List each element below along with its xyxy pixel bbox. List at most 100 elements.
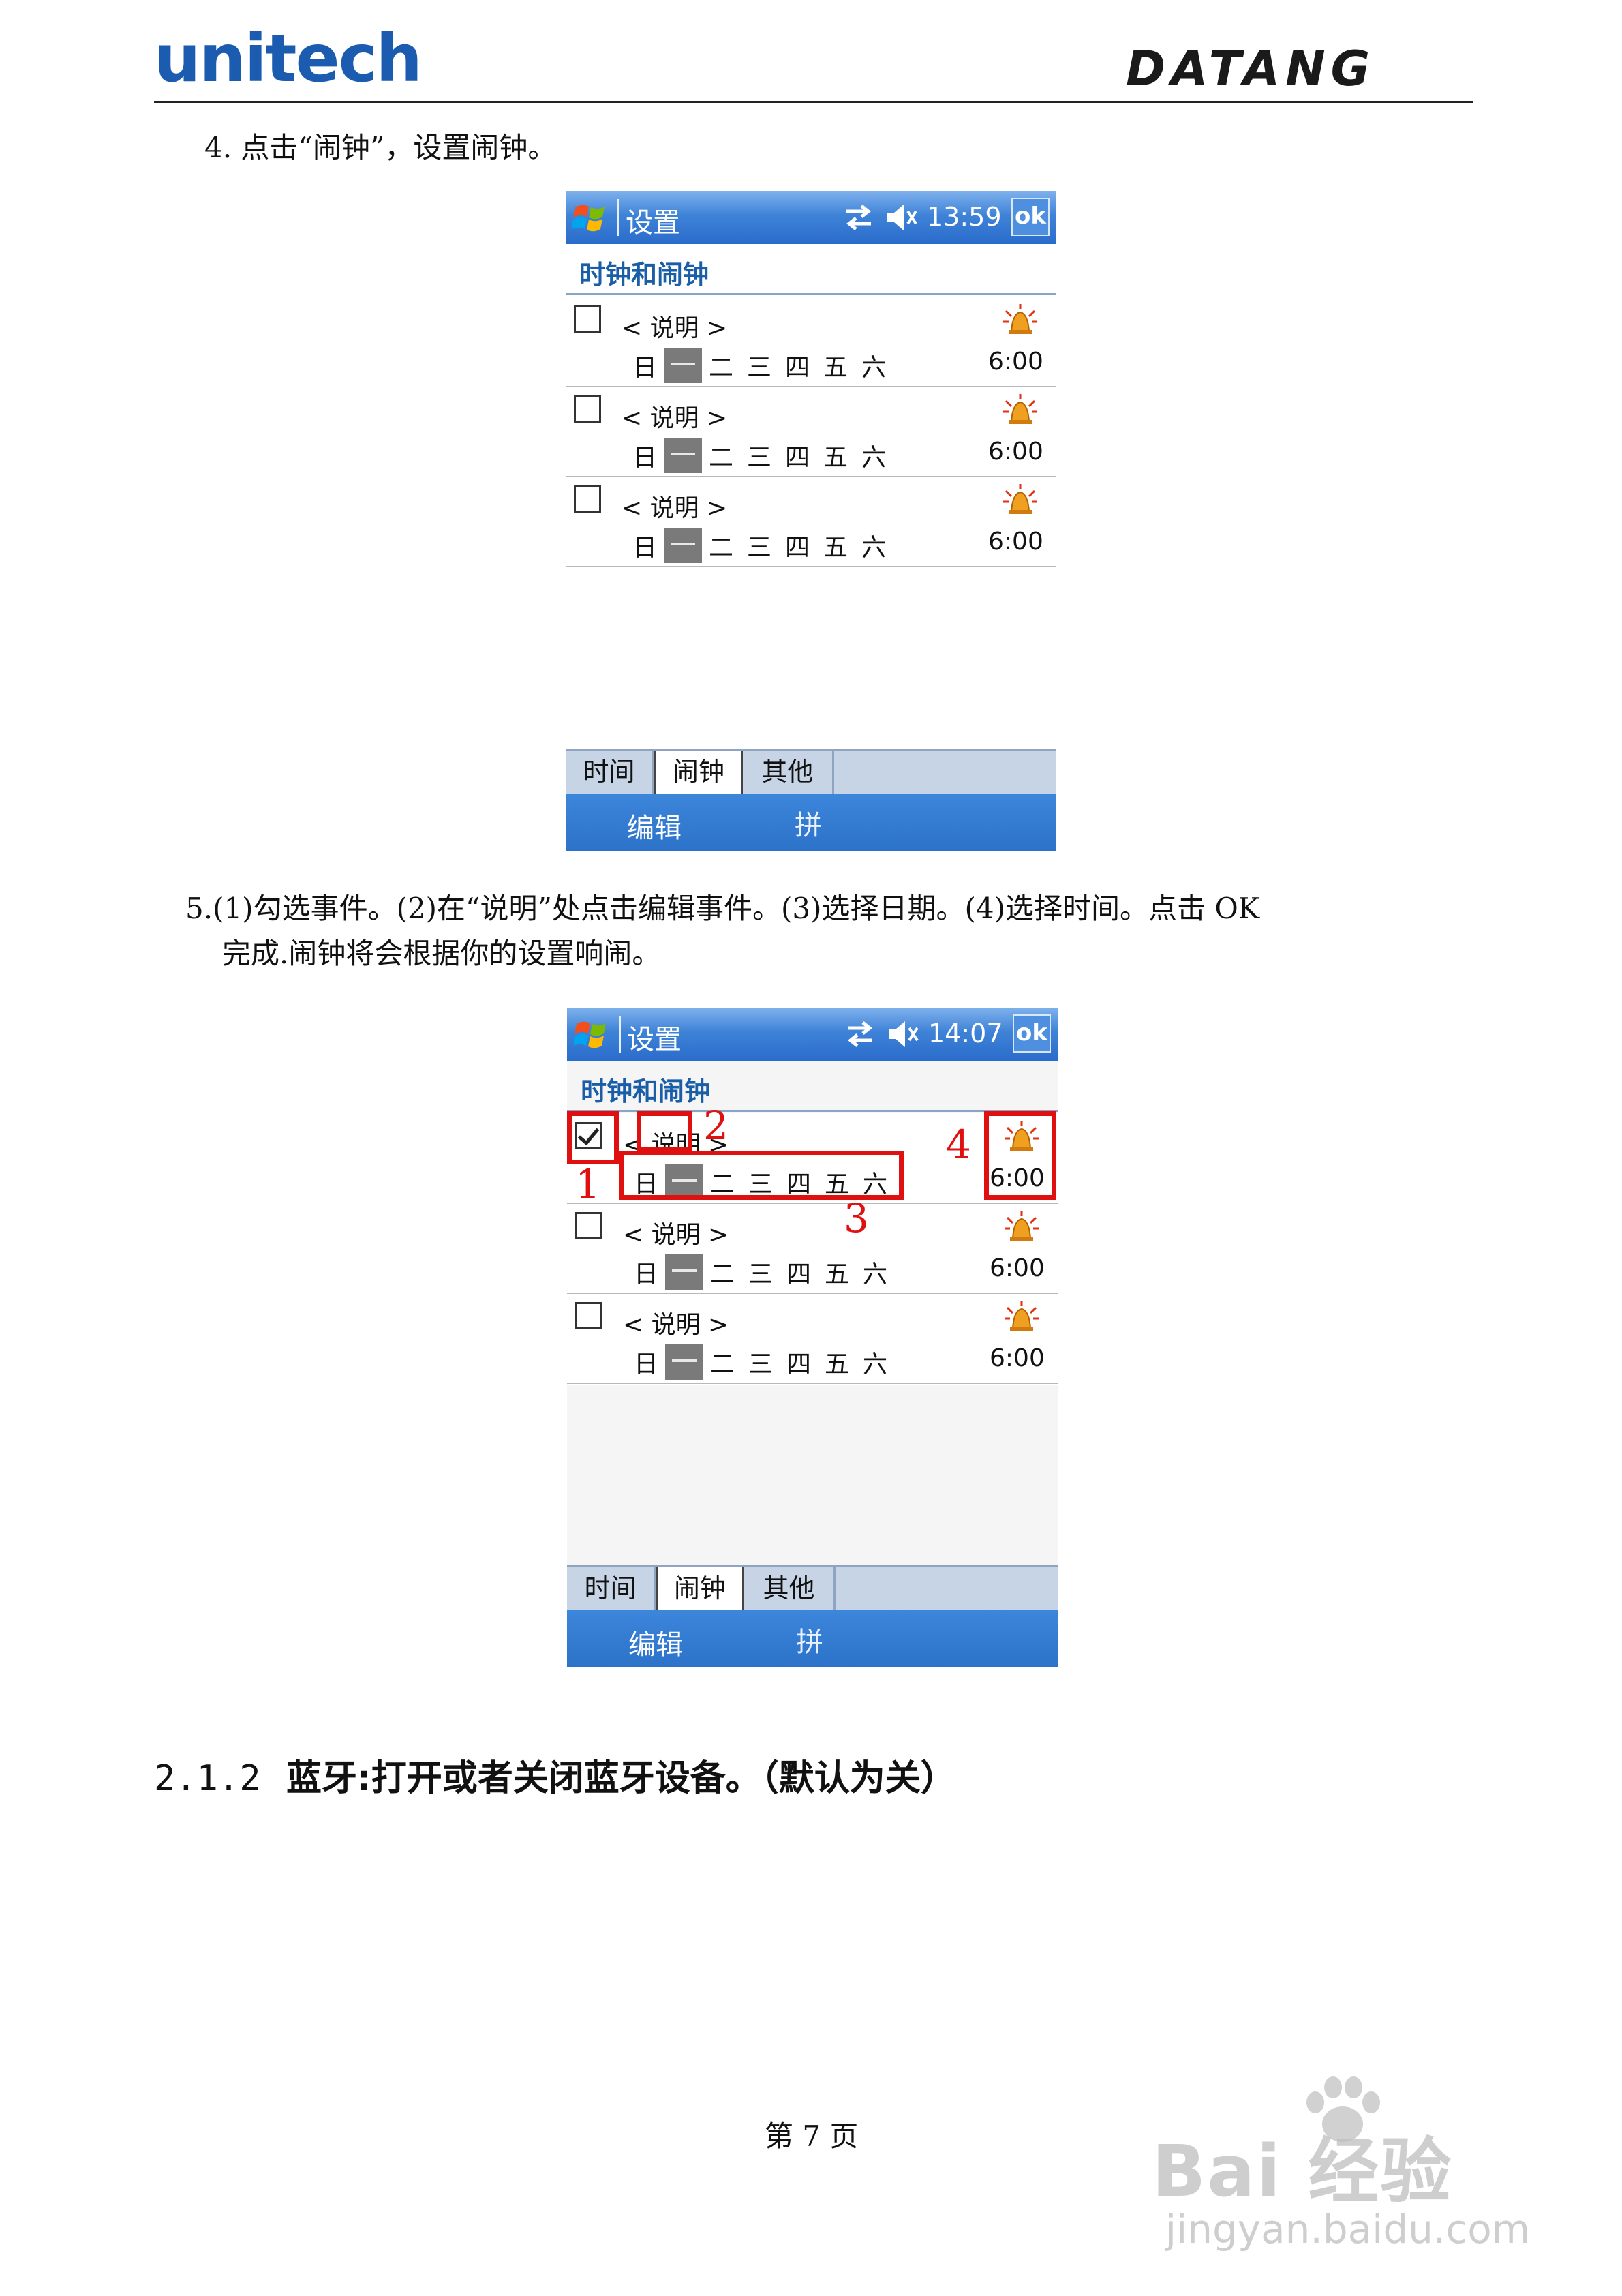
day-toggle[interactable]: 五 — [816, 348, 855, 383]
day-toggle[interactable]: 六 — [856, 1344, 894, 1380]
alarm-time[interactable]: 6:00 — [988, 438, 1043, 466]
device-screenshot-1: 设置 13:59 ok 时钟和闹钟 < 说明 > 日一二三四五六 6:00 < … — [566, 191, 1056, 851]
ok-button[interactable]: ok — [1013, 1014, 1051, 1053]
alarm-row: < 说明 > 日一二三四五六 6:00 — [566, 386, 1056, 477]
day-toggle[interactable]: 五 — [818, 1344, 856, 1380]
tab-time[interactable]: 时间 — [567, 1567, 656, 1612]
alarm-bell-icon[interactable] — [1003, 1211, 1040, 1245]
alarm-time[interactable]: 6:00 — [990, 1344, 1045, 1372]
step-5-text-cont: 完成.闹钟将会根据你的设置响闹。 — [222, 937, 661, 970]
alarm-bell-icon[interactable] — [1002, 304, 1039, 338]
clock[interactable]: 13:59 — [927, 202, 1002, 232]
day-toggle[interactable]: 四 — [778, 528, 816, 563]
day-toggle[interactable]: 日 — [627, 1254, 665, 1290]
alarm-days: 日一二三四五六 — [627, 1344, 894, 1380]
alarm-checkbox[interactable] — [574, 305, 601, 333]
alarm-description[interactable]: < 说明 > — [622, 308, 727, 344]
day-toggle[interactable]: 日 — [626, 348, 664, 383]
day-toggle-selected[interactable]: 一 — [664, 528, 702, 563]
title-separator — [617, 199, 619, 236]
day-toggle-selected[interactable]: 一 — [665, 1254, 703, 1290]
tab-strip: 时间 闹钟 其他 — [566, 749, 1056, 796]
tab-alarms[interactable]: 闹钟 — [656, 1567, 744, 1612]
day-toggle[interactable]: 三 — [740, 528, 778, 563]
windows-start-icon[interactable] — [574, 1017, 609, 1051]
alarm-bell-icon[interactable] — [1002, 394, 1039, 428]
alarm-checkbox[interactable] — [574, 485, 601, 513]
section-title: 蓝牙:打开或者关闭蓝牙设备。（默认为关） — [286, 1758, 956, 1799]
day-toggle[interactable]: 四 — [780, 1254, 818, 1290]
day-toggle[interactable]: 三 — [740, 438, 778, 473]
alarm-bell-icon[interactable] — [1003, 1301, 1040, 1335]
alarm-checkbox[interactable] — [575, 1302, 602, 1329]
day-toggle-selected[interactable]: 一 — [665, 1344, 703, 1380]
step-5-text: 5.(1)勾选事件。(2)在“说明”处点击编辑事件。(3)选择日期。(4)选择时… — [185, 892, 1260, 925]
alarm-checkbox[interactable] — [575, 1212, 602, 1239]
alarm-checkbox[interactable] — [574, 395, 601, 423]
page-subtitle: 时钟和闹钟 — [581, 1076, 711, 1106]
subtitle-rule — [566, 293, 1056, 295]
day-toggle[interactable]: 四 — [780, 1344, 818, 1380]
day-toggle-selected[interactable]: 一 — [664, 438, 702, 473]
alarm-row: < 说明 > 日一二三四五六 6:00 — [567, 1203, 1058, 1294]
day-toggle[interactable]: 五 — [818, 1254, 856, 1290]
title-bar: 设置 14:07 ok — [567, 1008, 1058, 1061]
day-toggle[interactable]: 二 — [702, 348, 740, 383]
day-toggle[interactable]: 三 — [741, 1254, 780, 1290]
callout-box-days — [619, 1151, 904, 1200]
input-method-button[interactable]: 拼 — [795, 803, 822, 843]
connectivity-icon[interactable] — [844, 1018, 876, 1050]
tab-other[interactable]: 其他 — [744, 1567, 836, 1612]
alarm-bell-icon[interactable] — [1002, 484, 1039, 518]
callout-box-time — [984, 1111, 1056, 1200]
datang-logo: DATANG — [1126, 41, 1376, 97]
connectivity-icon[interactable] — [842, 202, 875, 233]
tab-other[interactable]: 其他 — [743, 751, 834, 796]
day-toggle[interactable]: 三 — [740, 348, 778, 383]
unitech-logo: unitech — [154, 20, 423, 97]
day-toggle[interactable]: 六 — [855, 438, 893, 473]
day-toggle[interactable]: 四 — [778, 348, 816, 383]
input-method-button[interactable]: 拼 — [796, 1620, 823, 1659]
day-toggle[interactable]: 二 — [702, 528, 740, 563]
edit-softkey[interactable]: 编辑 — [627, 806, 682, 845]
alarm-description[interactable]: < 说明 > — [622, 398, 727, 434]
day-toggle[interactable]: 二 — [703, 1344, 741, 1380]
edit-softkey[interactable]: 编辑 — [628, 1622, 683, 1662]
step-4-text: 4. 点击“闹钟”，设置闹钟。 — [204, 131, 557, 164]
clock[interactable]: 14:07 — [928, 1018, 1003, 1048]
day-toggle[interactable]: 六 — [855, 348, 893, 383]
callout-number-1: 1 — [575, 1161, 600, 1207]
windows-start-icon[interactable] — [572, 200, 608, 235]
alarm-list: < 说明 > 日一二三四五六 6:00 < 说明 > 日一二三四五六 6:00 — [566, 296, 1056, 569]
day-toggle[interactable]: 日 — [626, 438, 664, 473]
alarm-days: 日一二三四五六 — [627, 1254, 894, 1290]
screen-title: 设置 — [626, 207, 680, 239]
day-toggle[interactable]: 二 — [702, 438, 740, 473]
day-toggle[interactable]: 四 — [778, 438, 816, 473]
alarm-description[interactable]: < 说明 > — [622, 488, 727, 524]
day-toggle[interactable]: 五 — [816, 528, 855, 563]
section-number: 2.1.2 — [154, 1758, 261, 1799]
alarm-time[interactable]: 6:00 — [990, 1254, 1045, 1282]
day-toggle[interactable]: 日 — [627, 1344, 665, 1380]
alarm-time[interactable]: 6:00 — [988, 528, 1043, 556]
ok-button[interactable]: ok — [1011, 198, 1050, 236]
day-toggle[interactable]: 六 — [856, 1254, 894, 1290]
volume-muted-icon[interactable] — [885, 200, 919, 235]
tab-time[interactable]: 时间 — [566, 751, 654, 796]
tab-alarms[interactable]: 闹钟 — [654, 751, 743, 796]
day-toggle-selected[interactable]: 一 — [664, 348, 702, 383]
volume-muted-icon[interactable] — [886, 1017, 920, 1051]
alarm-description[interactable]: < 说明 > — [623, 1215, 729, 1250]
device-screenshot-2: 设置 14:07 ok 时钟和闹钟 < 说明 > 日一二三四五六 6:00 < … — [567, 1008, 1058, 1667]
alarm-row: < 说明 > 日一二三四五六 6:00 — [566, 296, 1056, 387]
day-toggle[interactable]: 三 — [741, 1344, 780, 1380]
title-separator — [619, 1016, 621, 1053]
day-toggle[interactable]: 二 — [703, 1254, 741, 1290]
day-toggle[interactable]: 日 — [626, 528, 664, 563]
day-toggle[interactable]: 六 — [855, 528, 893, 563]
alarm-description[interactable]: < 说明 > — [623, 1305, 729, 1340]
day-toggle[interactable]: 五 — [816, 438, 855, 473]
alarm-time[interactable]: 6:00 — [988, 348, 1043, 376]
